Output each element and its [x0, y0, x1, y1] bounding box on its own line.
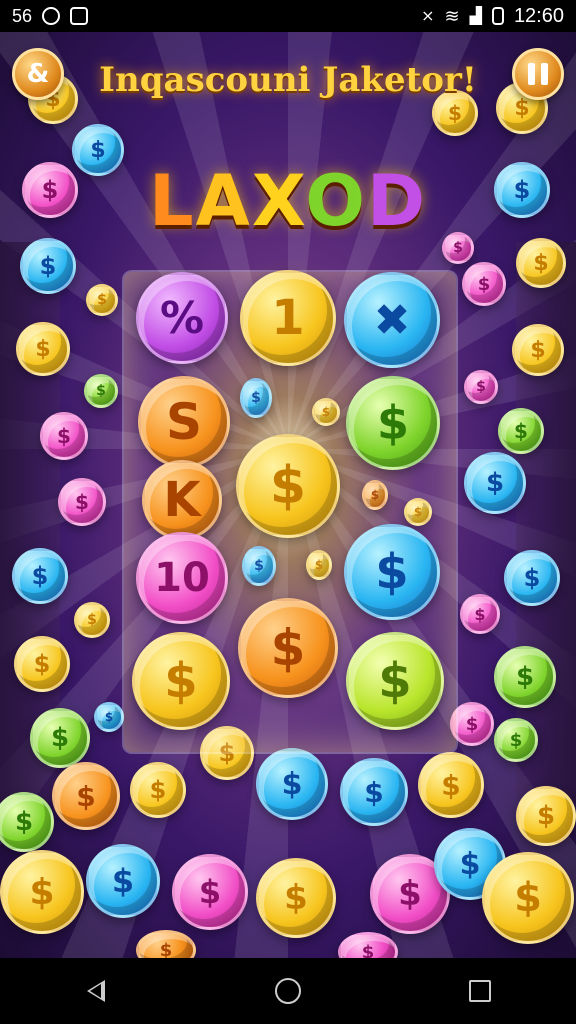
coin-icon: $: [464, 370, 498, 404]
home-button[interactable]: [258, 961, 318, 1021]
coin-icon: $: [94, 702, 124, 732]
coin-icon: $: [504, 550, 560, 606]
mute-icon: ⨯: [421, 8, 435, 25]
reel-symbol[interactable]: %: [136, 272, 228, 364]
coin-icon: $: [130, 762, 186, 818]
battery-icon: [491, 7, 504, 25]
coin-icon: $: [482, 852, 574, 944]
back-icon: [87, 980, 105, 1002]
recents-icon: [469, 980, 491, 1002]
coin-icon: $: [40, 412, 88, 460]
status-bar: 56 ⨯ ≋ ▟ 12:60: [0, 0, 576, 32]
reel-symbol[interactable]: $: [346, 632, 444, 730]
coin-icon: $: [512, 324, 564, 376]
logo-letter: D: [366, 160, 427, 242]
coin-icon: $: [418, 752, 484, 818]
coin-icon: $: [74, 602, 110, 638]
reel-symbol[interactable]: $: [346, 376, 440, 470]
coin-icon: $: [0, 792, 54, 852]
coin-icon: $: [498, 408, 544, 454]
coin-icon: $: [516, 238, 566, 288]
coin-icon: $: [256, 748, 328, 820]
logo-letter: L: [149, 160, 196, 242]
coin-icon: $: [0, 850, 84, 934]
reel-symbol[interactable]: $: [236, 434, 340, 538]
recents-button[interactable]: [450, 961, 510, 1021]
coin-icon: $: [516, 786, 576, 846]
pause-icon: [528, 63, 548, 85]
signal-icon: ▟: [469, 8, 482, 25]
coin-icon: $: [58, 478, 106, 526]
logo-letter: O: [305, 160, 367, 242]
coin-icon: $: [494, 718, 538, 762]
reel-symbol[interactable]: $: [344, 524, 440, 620]
page-title: Inqascouni Jaketor!: [99, 60, 477, 100]
coin-icon: $: [460, 594, 500, 634]
reel-symbol[interactable]: K: [142, 460, 222, 540]
coin-icon: $: [20, 238, 76, 294]
menu-icon: &: [26, 59, 50, 89]
logo-letter: X: [251, 160, 306, 242]
logo-letter: A: [195, 160, 252, 242]
coin-icon: $: [338, 932, 398, 958]
game-logo: LAXOD: [0, 160, 576, 242]
coin-icon: $: [256, 858, 336, 938]
reel-symbol[interactable]: S: [138, 376, 230, 468]
status-left-text: 56: [12, 5, 33, 26]
coin-icon: $: [16, 322, 70, 376]
wifi-icon: ≋: [444, 5, 460, 26]
app-badge-icon: [70, 7, 89, 25]
pause-button[interactable]: [512, 48, 564, 100]
coin-icon: $: [464, 452, 526, 514]
coin-icon: $: [494, 646, 556, 708]
navigation-bar: [0, 958, 576, 1024]
coin-icon: $: [340, 758, 408, 826]
coin-icon: $: [86, 844, 160, 918]
status-time: 12:60: [513, 4, 564, 27]
reel-symbol[interactable]: 10: [136, 532, 228, 624]
coin-icon: $: [30, 708, 90, 768]
reel-symbol[interactable]: $: [132, 632, 230, 730]
coin-icon: $: [462, 262, 506, 306]
coin-icon: $: [52, 762, 120, 830]
reel-symbol[interactable]: 1: [240, 270, 336, 366]
circle-logo-icon: [42, 7, 61, 25]
home-icon: [275, 978, 301, 1004]
reel-symbol[interactable]: ✖: [344, 272, 440, 368]
coin-icon: $: [14, 636, 70, 692]
coin-icon: $: [84, 374, 118, 408]
coin-icon: $: [172, 854, 248, 930]
coin-icon: $: [136, 930, 196, 958]
reel-symbol[interactable]: $: [238, 598, 338, 698]
coin-icon: $: [86, 284, 118, 316]
back-button[interactable]: [66, 961, 126, 1021]
coin-icon: $: [12, 548, 68, 604]
menu-button[interactable]: &: [12, 48, 64, 100]
